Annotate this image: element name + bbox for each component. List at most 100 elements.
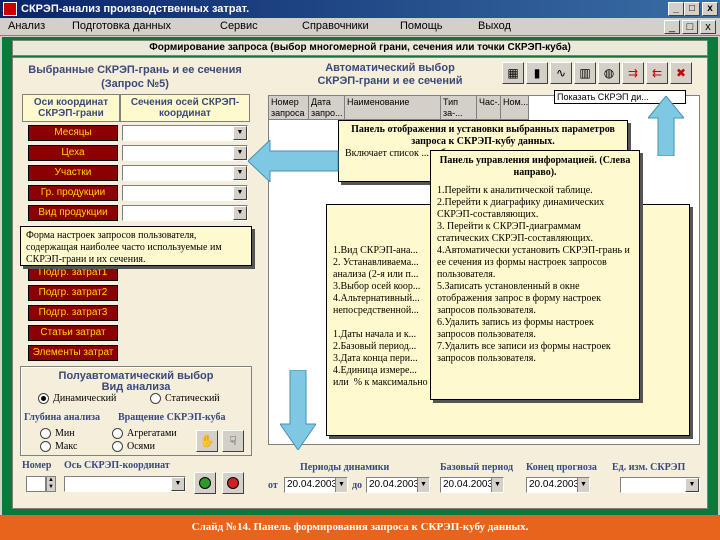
set-query-icon[interactable]: ⇉ [622, 62, 644, 84]
auto-select-title: Автоматический выбор [325, 62, 455, 74]
radio-dynamic-indicator[interactable] [38, 393, 49, 404]
hand-icon[interactable]: ✋ [196, 430, 218, 452]
axis-coord-label: Ось СКРЭП-координат [64, 460, 170, 471]
radio-dynamic[interactable]: Динамический [38, 393, 116, 404]
period-to-label: до [352, 480, 363, 491]
bar-chart-icon[interactable]: ▮ [526, 62, 548, 84]
chevron-down-icon[interactable]: ▼ [233, 126, 247, 140]
radio-axes-label: Осями [127, 441, 155, 452]
slide-caption: Слайд №14. Панель формирования запроса к… [0, 515, 720, 540]
menu-exit[interactable]: Выход [478, 20, 511, 32]
radio-axes[interactable]: Осями [112, 441, 155, 452]
chevron-down-icon[interactable]: ▼ [491, 478, 503, 492]
forecast-end-title: Конец прогноза [526, 462, 597, 473]
period-from-label: от [268, 480, 278, 491]
table-icon[interactable]: ▦ [502, 62, 524, 84]
grid-col-part[interactable]: Час-... [477, 96, 501, 120]
radio-min[interactable]: Мин [40, 428, 75, 439]
minimize-button[interactable]: _ [668, 2, 684, 16]
info-callout-item: 6.Удалить запись из формы настроек запро… [437, 317, 594, 340]
chevron-down-icon[interactable]: ▼ [233, 146, 247, 160]
save-query-icon[interactable]: ⇇ [646, 62, 668, 84]
radio-min-indicator[interactable] [40, 428, 51, 439]
period-to-value: 20.04.2003 [369, 479, 420, 490]
globe-icon[interactable]: ◍ [598, 62, 620, 84]
grid-col-number[interactable]: Номер запроса [269, 96, 309, 120]
number-spinner[interactable] [26, 476, 46, 492]
info-callout-item: 7.Удалить все записи из формы настроек з… [437, 341, 611, 364]
line-chart-icon[interactable]: ∿ [550, 62, 572, 84]
forecast-end-input[interactable]: 20.04.2003 ▼ [526, 477, 590, 493]
radio-static-indicator[interactable] [150, 393, 161, 404]
radio-max-indicator[interactable] [40, 441, 51, 452]
grid-col-num[interactable]: Ном... [501, 96, 529, 120]
radio-axes-indicator[interactable] [112, 441, 123, 452]
grid-col-type[interactable]: Тип за-... [441, 96, 477, 120]
radio-max-label: Макс [55, 441, 78, 452]
axis-button-shops[interactable]: Цеха [28, 145, 118, 161]
close-button[interactable]: x [702, 2, 718, 16]
radio-max[interactable]: Макс [40, 441, 77, 452]
number-label: Номер [22, 460, 52, 471]
red-circle-icon[interactable] [222, 472, 244, 494]
axis-button-cost-subgroup2[interactable]: Подгр. затрат2 [28, 285, 118, 301]
chevron-down-icon[interactable]: ▼ [171, 477, 185, 491]
menu-help[interactable]: Помощь [400, 20, 443, 32]
period-from-value: 20.04.2003 [287, 479, 338, 490]
hand-down-icon[interactable]: ☟ [222, 430, 244, 452]
histogram-icon[interactable]: ▥ [574, 62, 596, 84]
period-from-input[interactable]: 20.04.2003 ▼ [284, 477, 348, 493]
spinner-arrows-icon[interactable]: ▲ ▼ [46, 476, 56, 492]
axis-button-cost-items[interactable]: Статьи затрат [28, 325, 118, 341]
window-title: СКРЭП-анализ производственных затрат. [21, 3, 250, 15]
grid-col-name[interactable]: Наименование [345, 96, 441, 120]
section-combo-sections[interactable]: ▼ [122, 165, 248, 181]
menu-service[interactable]: Сервис [220, 20, 258, 32]
form-header: Формирование запроса (выбор многомерной … [12, 40, 708, 56]
radio-min-label: Мин [55, 428, 75, 439]
mdi-close-button[interactable]: x [700, 20, 716, 34]
green-circle-icon[interactable] [194, 472, 216, 494]
section-combo-product-group[interactable]: ▼ [122, 185, 248, 201]
axis-button-cost-subgroup3[interactable]: Подгр. затрат3 [28, 305, 118, 321]
base-period-value: 20.04.2003 [443, 479, 494, 490]
settings-form-callout: Форма настроек запросов пользователя, со… [20, 226, 252, 266]
section-combo-shops[interactable]: ▼ [122, 145, 248, 161]
menu-data-prep[interactable]: Подготовка данных [72, 20, 171, 32]
periods-title: Периоды динамики [300, 462, 390, 473]
section-combo-months[interactable]: ▼ [122, 125, 248, 141]
axis-button-product-group[interactable]: Гр. продукции [28, 185, 118, 201]
radio-aggregates[interactable]: Агрегатами [112, 428, 177, 439]
info-callout-item: 4.Автоматически установить СКРЭП-грань и… [437, 245, 630, 280]
menu-references[interactable]: Справочники [302, 20, 369, 32]
chevron-down-icon[interactable]: ▼ [335, 478, 347, 492]
axis-button-sections[interactable]: Участки [28, 165, 118, 181]
maximize-button[interactable]: □ [684, 2, 700, 16]
unit-combo[interactable]: ▼ [620, 477, 700, 493]
base-period-input[interactable]: 20.04.2003 ▼ [440, 477, 504, 493]
auto-select-subtitle: СКРЭП-грани и ее сечений [317, 75, 463, 87]
mdi-maximize-button[interactable]: □ [682, 20, 698, 34]
grid-col-date[interactable]: Дата запро... [309, 96, 345, 120]
axis-button-months[interactable]: Месяцы [28, 125, 118, 141]
window-title-bar: СКРЭП-анализ производственных затрат. _ … [0, 0, 720, 18]
menu-analysis[interactable]: Анализ [8, 20, 45, 32]
axis-button-product-type[interactable]: Вид продукции [28, 205, 118, 221]
info-callout-title: Панель управления информацией. (Слева на… [439, 155, 631, 178]
axis-coord-combo[interactable]: ▼ [64, 476, 186, 492]
axis-button-cost-subgroup1[interactable]: Подгр. затрат1 [28, 265, 118, 281]
chevron-down-icon[interactable]: ▼ [685, 478, 699, 492]
chevron-down-icon[interactable]: ▼ [417, 478, 429, 492]
axis-button-cost-elements[interactable]: Элементы затрат [28, 345, 118, 361]
chevron-down-icon[interactable]: ▼ [233, 186, 247, 200]
chevron-down-icon[interactable]: ▼ [233, 166, 247, 180]
chevron-down-icon[interactable]: ▼ [577, 478, 589, 492]
radio-static[interactable]: Статический [150, 393, 220, 404]
analysis-type-label: Вид анализа [101, 381, 171, 393]
period-to-input[interactable]: 20.04.2003 ▼ [366, 477, 430, 493]
radio-static-label: Статический [165, 393, 220, 404]
mdi-minimize-button[interactable]: _ [664, 20, 680, 34]
radio-aggregates-indicator[interactable] [112, 428, 123, 439]
delete-query-icon[interactable]: ✖ [670, 62, 692, 84]
radio-dynamic-label: Динамический [53, 393, 117, 404]
